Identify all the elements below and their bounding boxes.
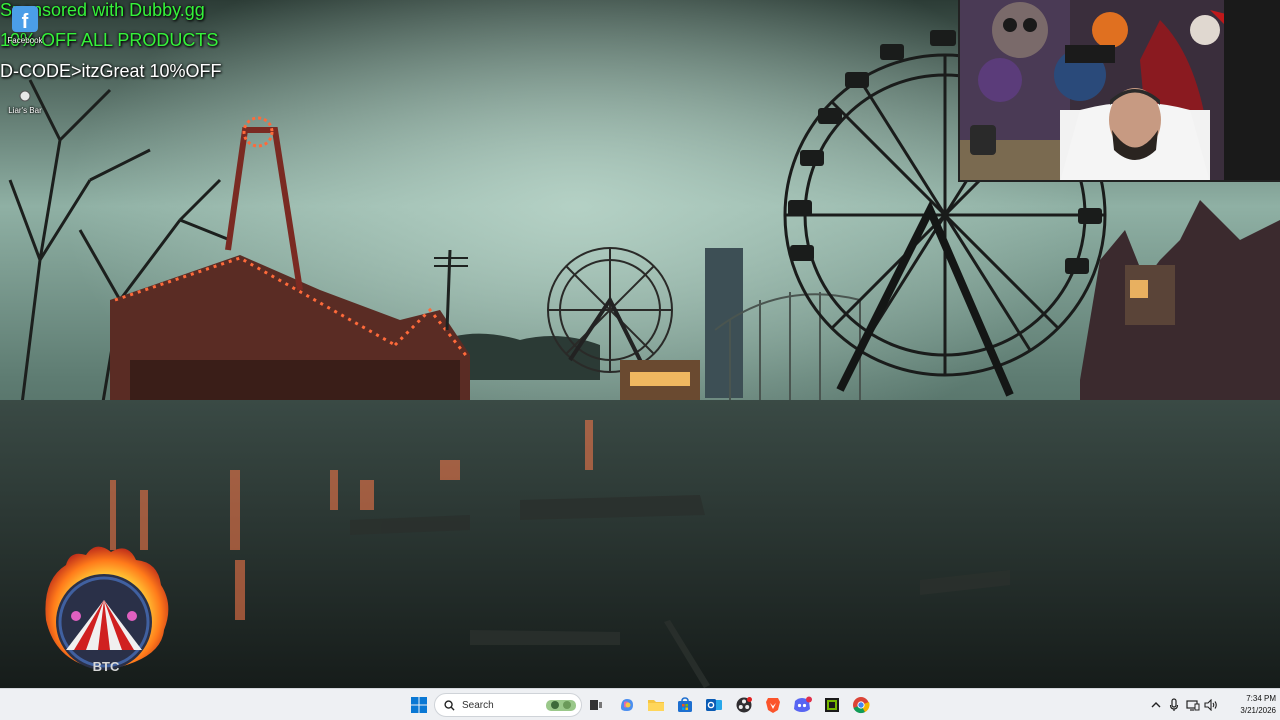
discord-icon: [794, 696, 812, 712]
discord-button[interactable]: [790, 693, 816, 717]
task-view-icon: [590, 700, 602, 710]
taskbar: Search 7:34 PM 3/21/2026: [0, 688, 1280, 720]
desktop-icon-facebook[interactable]: f Facebook: [0, 4, 50, 45]
microsoft-store-button[interactable]: [672, 693, 698, 717]
desktop-icon-liars-bar[interactable]: Liar's Bar: [0, 88, 50, 115]
clock-time: 7:34 PM: [1246, 694, 1276, 703]
taskbar-search-box[interactable]: Search: [434, 693, 582, 717]
svg-text:f: f: [22, 11, 29, 33]
desktop-icon-label: Liar's Bar: [8, 106, 42, 115]
search-icon: [444, 699, 455, 711]
chrome-icon: [853, 697, 870, 714]
taskbar-clock[interactable]: 7:34 PM 3/21/2026: [1222, 693, 1276, 717]
clock-date: 3/21/2026: [1240, 706, 1276, 715]
outlook-button[interactable]: [701, 693, 727, 717]
nvidia-icon: [825, 698, 839, 712]
obs-icon: [736, 697, 752, 713]
system-tray: [1148, 689, 1220, 720]
task-view-button[interactable]: [583, 693, 609, 717]
chrome-button[interactable]: [848, 693, 874, 717]
webcam-overlay: [958, 0, 1280, 182]
search-highlight-icon: [546, 700, 576, 711]
obs-button[interactable]: [731, 693, 757, 717]
volume-icon[interactable]: [1202, 699, 1220, 711]
start-button[interactable]: [406, 693, 432, 717]
logo-text: BTC: [93, 659, 120, 674]
file-explorer-button[interactable]: [643, 693, 669, 717]
brave-icon: [766, 698, 780, 713]
desktop-icon-label: Facebook: [7, 36, 43, 45]
show-hidden-icons-chevron-icon[interactable]: [1148, 701, 1164, 709]
copilot-button[interactable]: [614, 693, 640, 717]
btc-logo: BTC: [36, 540, 176, 680]
microphone-icon[interactable]: [1164, 698, 1184, 712]
copilot-icon: [621, 699, 633, 711]
brave-button[interactable]: [760, 693, 786, 717]
discount-code-text: D-CODE>itzGreat 10%OFF: [0, 61, 222, 81]
liars-bar-icon: [10, 88, 40, 104]
network-icon[interactable]: [1184, 699, 1202, 711]
folder-icon: [648, 700, 664, 711]
store-icon: [678, 697, 692, 712]
outlook-icon: [706, 699, 722, 711]
nvidia-button[interactable]: [819, 693, 845, 717]
desktop: Sponsored with Dubby.gg 10% OFF ALL PROD…: [0, 0, 1280, 688]
facebook-icon: f: [10, 4, 40, 34]
windows-icon: [411, 697, 427, 713]
search-placeholder: Search: [462, 699, 494, 711]
